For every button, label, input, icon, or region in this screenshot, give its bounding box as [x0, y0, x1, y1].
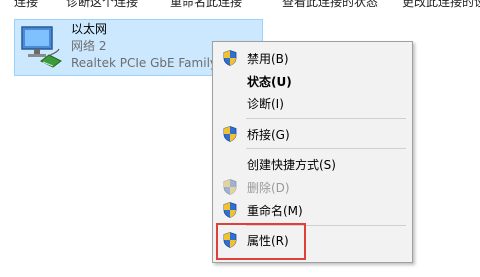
- menu-label-delete: 删除(D): [247, 181, 290, 195]
- toolbar-item-settings[interactable]: 更改此连接的设置: [402, 0, 480, 8]
- menu-item-bridge[interactable]: 桥接(G): [213, 123, 412, 145]
- uac-shield-icon: [223, 50, 237, 66]
- toolbar-item-diagnose[interactable]: 诊断这个连接: [66, 0, 138, 8]
- adapter-name: 以太网: [71, 22, 108, 36]
- adapter-device: Realtek PCIe GbE Family: [71, 56, 217, 70]
- command-toolbar: 连接 诊断这个连接 重命名此连接 查看此连接的状态 更改此连接的设置: [0, 0, 480, 8]
- menu-separator: [246, 148, 406, 149]
- menu-label-status: 状态(U): [247, 75, 292, 89]
- toolbar-item-rename[interactable]: 重命名此连接: [170, 0, 242, 8]
- menu-label-disable: 禁用(B): [247, 52, 289, 66]
- menu-item-create-shortcut[interactable]: 创建快捷方式(S): [213, 153, 412, 175]
- uac-shield-icon: [223, 202, 237, 218]
- menu-item-status[interactable]: 状态(U): [213, 70, 412, 92]
- menu-label-diagnose: 诊断(I): [247, 97, 284, 111]
- menu-label-create-shortcut: 创建快捷方式(S): [247, 158, 336, 172]
- toolbar-item-connect[interactable]: 连接: [14, 0, 38, 8]
- menu-label-bridge: 桥接(G): [247, 128, 290, 142]
- adapter-network: 网络 2: [71, 39, 107, 53]
- menu-item-disable[interactable]: 禁用(B): [213, 47, 412, 69]
- menu-label-rename: 重命名(M): [247, 204, 303, 218]
- menu-item-delete: 删除(D): [213, 176, 412, 198]
- toolbar-item-status[interactable]: 查看此连接的状态: [282, 0, 378, 8]
- uac-shield-icon: [223, 179, 237, 195]
- menu-item-rename[interactable]: 重命名(M): [213, 199, 412, 221]
- uac-shield-icon: [223, 126, 237, 142]
- menu-separator: [246, 118, 406, 119]
- menu-item-diagnose[interactable]: 诊断(I): [213, 92, 412, 114]
- highlight-box: [216, 223, 306, 260]
- network-adapter-icon: [21, 26, 62, 68]
